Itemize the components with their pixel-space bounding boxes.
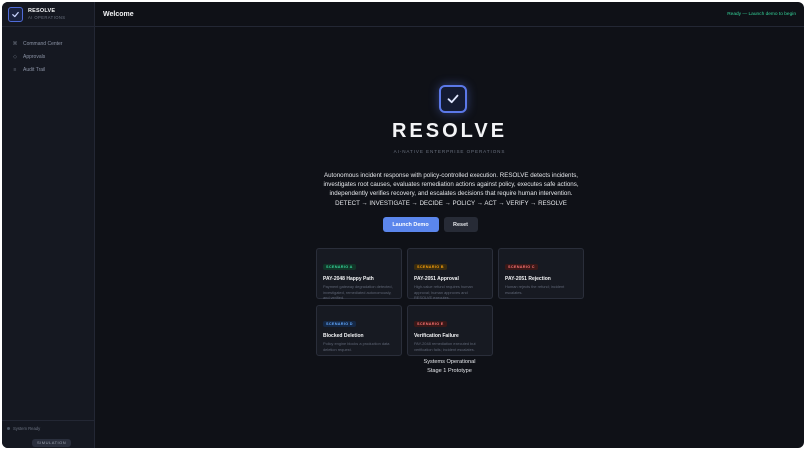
top-bar: Welcome Ready — Launch demo to begin [95, 2, 804, 27]
scenario-title: PAY-2048 Happy Path [323, 276, 374, 282]
status-text: Ready — Launch demo to begin [727, 11, 796, 17]
mode-badge: SIMULATION [32, 438, 72, 447]
status-dot-icon [7, 427, 10, 430]
sidebar: RESOLVE AI OPERATIONS ⌘ Command Center ◇… [2, 2, 95, 448]
sidebar-footer: System Ready SIMULATION [2, 420, 94, 448]
app-window: RESOLVE AI OPERATIONS ⌘ Command Center ◇… [2, 2, 804, 448]
hero-title: RESOLVE [391, 120, 508, 142]
grid-icon: ⌘ [12, 40, 18, 47]
sidebar-item-approvals[interactable]: ◇ Approvals [2, 50, 94, 63]
sidebar-item-label: Audit Trail [23, 66, 46, 73]
system-status: System Ready [7, 426, 89, 431]
scenario-title: PAY-2051 Approval [414, 276, 459, 282]
scenario-badge: SCENARIO C [505, 264, 538, 270]
sidebar-item-label: Approvals [23, 53, 46, 60]
sidebar-item-label: Command Center [23, 40, 63, 47]
scenario-badge: SCENARIO E [414, 321, 447, 327]
scenario-badge: SCENARIO B [414, 264, 447, 270]
scenario-badge: SCENARIO D [323, 321, 356, 327]
scenario-description: PAY-2048 remediation executed but verifi… [414, 341, 476, 352]
scenario-description: Policy engine blocks a production data d… [323, 341, 390, 352]
launch-demo-button[interactable]: Launch Demo [382, 217, 439, 232]
welcome-content: RESOLVE AI-NATIVE ENTERPRISE OPERATIONS … [95, 27, 804, 448]
stage-label: Stage 1 Prototype [427, 368, 472, 374]
scenario-description: Human rejects the refund; incident escal… [505, 284, 565, 295]
scenario-description: High-value refund requires human approva… [414, 284, 473, 301]
scenario-title: Verification Failure [414, 333, 459, 339]
action-buttons: Launch Demo Reset [95, 217, 804, 232]
checkbox-logo-icon [8, 6, 23, 22]
shield-icon: ◇ [13, 53, 17, 60]
brand: RESOLVE AI OPERATIONS [2, 2, 94, 27]
scenario-title: Blocked Deletion [323, 333, 364, 339]
system-status-label: System Ready [13, 426, 41, 431]
brand-subtitle: AI OPERATIONS [28, 14, 66, 20]
scenario-card-b[interactable]: SCENARIO B PAY-2051 Approval High-value … [407, 248, 493, 301]
scenario-card-c[interactable]: SCENARIO C PAY-2051 Rejection Human reje… [498, 248, 584, 299]
systems-status: Systems Operational [423, 359, 476, 365]
scenario-title: PAY-2051 Rejection [505, 276, 551, 282]
reset-button[interactable]: Reset [443, 217, 478, 232]
main-panel: Welcome Ready — Launch demo to begin RES… [95, 2, 804, 448]
pipeline-steps: DETECT → INVESTIGATE → DECIDE → POLICY →… [335, 199, 567, 207]
sidebar-nav: ⌘ Command Center ◇ Approvals ≡ Audit Tra… [2, 27, 94, 76]
hero-description: Autonomous incident response with policy… [323, 172, 579, 198]
list-icon: ≡ [13, 66, 17, 73]
page-title: Welcome [103, 10, 134, 18]
scenario-card-e[interactable]: SCENARIO E Verification Failure PAY-2048… [407, 305, 493, 356]
scenario-card-d[interactable]: SCENARIO D Blocked Deletion Policy engin… [316, 305, 402, 356]
scenario-card-a[interactable]: SCENARIO A PAY-2048 Happy Path Payment g… [316, 248, 402, 301]
hero-description-block: Autonomous incident response with policy… [308, 171, 594, 208]
sidebar-item-audit-trail[interactable]: ≡ Audit Trail [2, 63, 94, 76]
scenario-badge: SCENARIO A [323, 264, 356, 270]
hero-subtitle: AI-NATIVE ENTERPRISE OPERATIONS [393, 149, 506, 154]
sidebar-item-command-center[interactable]: ⌘ Command Center [2, 37, 94, 50]
checkbox-logo-icon [439, 85, 467, 113]
scenario-description: Payment gateway degradation detected, in… [323, 284, 393, 301]
